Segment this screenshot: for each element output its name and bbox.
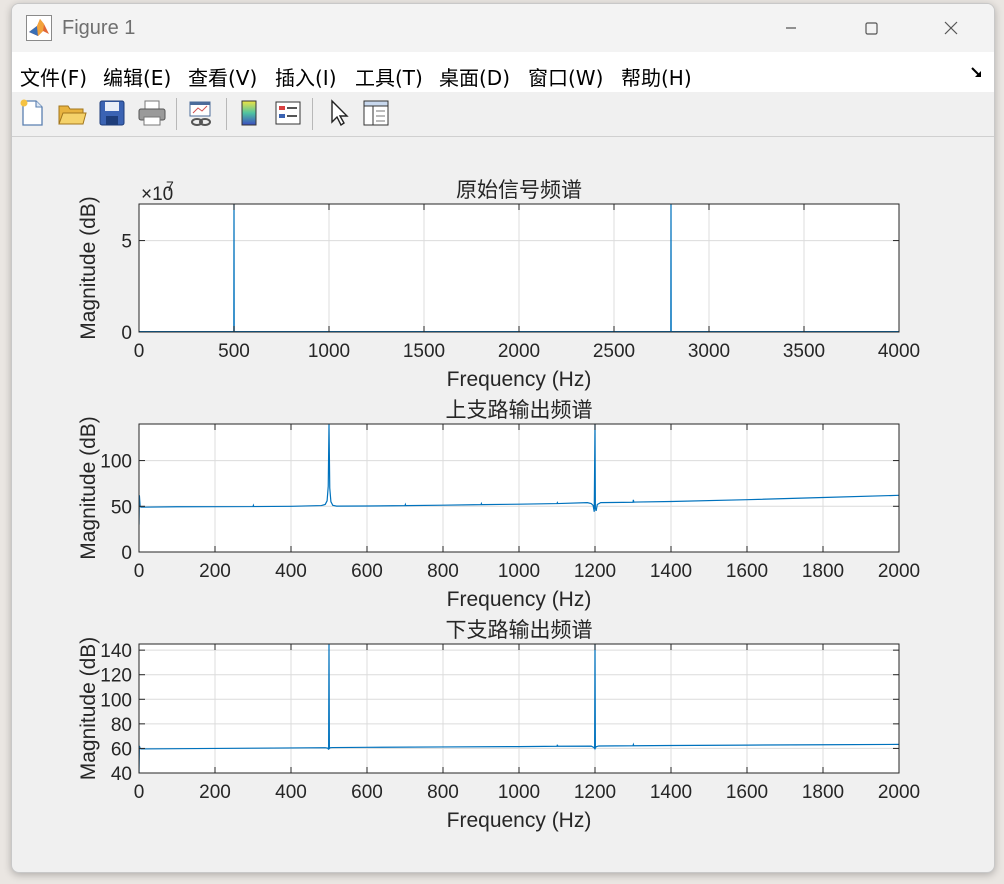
x-tick-label: 1000 (498, 561, 540, 582)
y-exponent-power: 7 (166, 178, 174, 194)
x-tick-label: 2000 (498, 341, 540, 362)
figure-canvas: 0 500 1000 1500 2000 2500 3000 3500 400005原始信号频谱… (77, 178, 920, 832)
x-tick-label: 800 (427, 561, 459, 582)
x-tick-label: 400 (275, 561, 307, 582)
y-tick-label: 80 (111, 715, 132, 736)
x-tick-label: 600 (351, 561, 383, 582)
axes-title: 原始信号频谱 (456, 179, 582, 202)
x-tick-label: 200 (199, 782, 231, 803)
x-tick-label: 0 (134, 341, 145, 362)
x-tick-label: 1800 (802, 561, 844, 582)
x-tick-label: 1000 (498, 782, 540, 803)
x-tick-label: 2000 (878, 782, 920, 803)
x-tick-label: 1200 (574, 782, 616, 803)
x-tick-label: 1000 (308, 341, 350, 362)
axes-panel-2[interactable]: 0 200 400 600 800 1000 1200 1400 1600 1800 2000 0 50… (77, 399, 920, 611)
x-tick-label: 1200 (574, 561, 616, 582)
y-tick-label: 100 (100, 452, 132, 473)
x-axis-label: Frequency (Hz) (447, 809, 592, 832)
x-tick-label: 200 (199, 561, 231, 582)
x-tick-label: 2500 (593, 341, 635, 362)
y-tick-label: 100 (100, 690, 132, 711)
x-tick-label: 0 (134, 782, 145, 803)
y-tick-label: 5 (121, 232, 132, 253)
y-axis-label: Magnitude (dB) (77, 637, 100, 781)
x-tick-label: 3000 (688, 341, 730, 362)
y-tick-label: 60 (111, 739, 132, 760)
y-tick-label: 0 (121, 323, 132, 344)
x-tick-label: 1600 (726, 561, 768, 582)
x-tick-label: 1400 (650, 782, 692, 803)
axes-panel-3[interactable]: 0 200 400 600 800 1000 1200 1400 1600 1800 2000 40 6… (77, 619, 920, 832)
axes-title: 下支路输出频谱 (446, 619, 593, 642)
axes-title: 上支路输出频谱 (446, 399, 593, 422)
x-axis-label: Frequency (Hz) (447, 588, 592, 611)
y-tick-label: 120 (100, 666, 132, 687)
figure-window: Figure 1 文件(F) 编辑(E) 查看(V) 插入(I) 工具(T) 桌… (11, 3, 995, 873)
x-tick-label: 800 (427, 782, 459, 803)
x-tick-label: 1800 (802, 782, 844, 803)
x-tick-label: 3500 (783, 341, 825, 362)
y-axis-label: Magnitude (dB) (77, 416, 100, 560)
x-tick-label: 4000 (878, 341, 920, 362)
x-tick-label: 2000 (878, 561, 920, 582)
axes-panel-1[interactable]: 0 500 1000 1500 2000 2500 3000 3500 4000 0 5 原始信号频谱… (77, 178, 920, 391)
y-tick-label: 40 (111, 764, 132, 785)
x-tick-label: 1500 (403, 341, 445, 362)
x-tick-label: 500 (218, 341, 250, 362)
y-tick-label: 50 (111, 497, 132, 518)
x-tick-label: 400 (275, 782, 307, 803)
y-axis-label: Magnitude (dB) (77, 196, 100, 340)
x-axis-label: Frequency (Hz) (447, 368, 592, 391)
x-tick-label: 0 (134, 561, 145, 582)
y-tick-label: 140 (100, 641, 132, 662)
y-tick-label: 0 (121, 543, 132, 564)
x-tick-label: 600 (351, 782, 383, 803)
x-tick-label: 1600 (726, 782, 768, 803)
x-tick-label: 1400 (650, 561, 692, 582)
